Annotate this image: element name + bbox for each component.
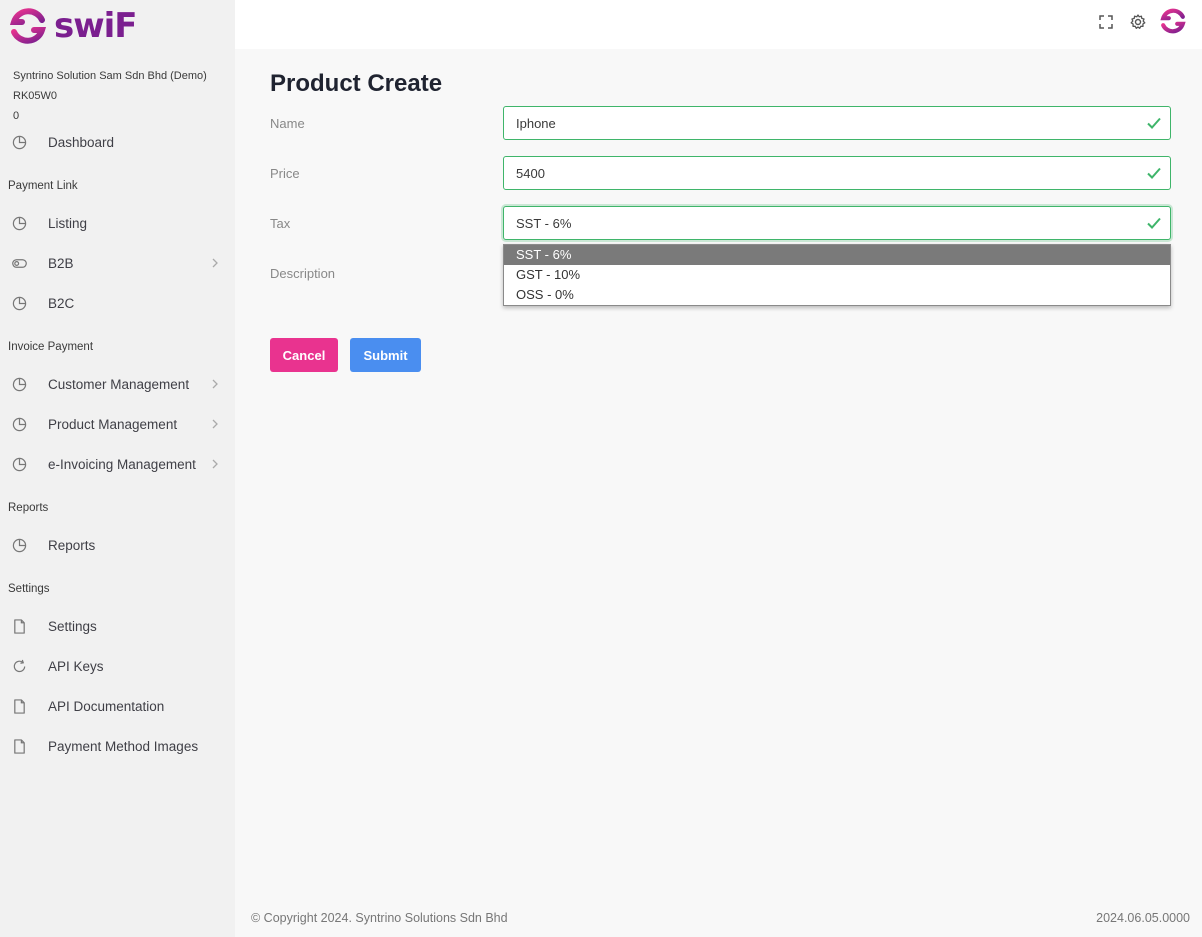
brand-logo[interactable]: swiF: [8, 5, 138, 47]
file-icon: [14, 739, 25, 754]
brand-logo-text: swiF: [54, 6, 138, 46]
company-code: RK05W0: [13, 90, 58, 102]
tax-option[interactable]: SST - 6%: [504, 245, 1170, 265]
pie-chart-icon: [12, 296, 27, 311]
section-payment-link: Payment Link: [8, 180, 78, 192]
sidebar-item-label: API Documentation: [48, 698, 165, 714]
sidebar-item-label: e-Invoicing Management: [48, 456, 196, 472]
tax-label: Tax: [270, 216, 291, 231]
section-invoice-payment: Invoice Payment: [8, 341, 94, 353]
price-input-value: 5400: [516, 165, 545, 181]
sidebar-item-dashboard[interactable]: Dashboard: [0, 122, 235, 162]
sidebar-item-b2c[interactable]: B2C: [0, 283, 235, 323]
pie-chart-icon: [12, 457, 27, 472]
sidebar-item-settings[interactable]: Settings: [0, 606, 235, 646]
sidebar-item-product-management[interactable]: Product Management: [0, 404, 235, 444]
pie-chart-icon: [12, 417, 27, 432]
fullscreen-icon[interactable]: [1096, 12, 1116, 32]
price-label: Price: [270, 166, 300, 181]
chevron-right-icon: [212, 459, 218, 469]
company-info: Syntrino Solution Sam Sdn Bhd (Demo) RK0…: [13, 66, 207, 126]
footer-version: 2024.06.05.0000: [1096, 911, 1190, 925]
sidebar-item-api-documentation[interactable]: API Documentation: [0, 686, 235, 726]
tax-option[interactable]: GST - 10%: [504, 265, 1170, 285]
user-avatar-icon[interactable]: [1159, 7, 1187, 35]
sidebar-item-label: Dashboard: [48, 134, 115, 150]
refresh-icon: [13, 659, 26, 673]
tax-dropdown-list: SST - 6% GST - 10% OSS - 0%: [503, 244, 1171, 306]
sidebar-item-listing[interactable]: Listing: [0, 203, 235, 243]
file-icon: [14, 699, 25, 714]
top-bar: [235, 0, 1202, 49]
tax-option[interactable]: OSS - 0%: [504, 285, 1170, 305]
sidebar-item-label: B2C: [48, 295, 75, 311]
price-input[interactable]: 5400: [503, 156, 1171, 190]
pie-chart-icon: [12, 216, 27, 231]
submit-button[interactable]: Submit: [350, 338, 421, 372]
name-label: Name: [270, 116, 305, 131]
cancel-button[interactable]: Cancel: [270, 338, 338, 372]
chevron-right-icon: [212, 379, 218, 389]
check-icon: [1147, 117, 1161, 129]
sidebar-item-payment-method-images[interactable]: Payment Method Images: [0, 726, 235, 766]
section-reports: Reports: [8, 502, 49, 514]
sidebar-item-reports[interactable]: Reports: [0, 525, 235, 565]
pie-chart-icon: [12, 135, 27, 150]
sidebar-item-label: Customer Management: [48, 376, 190, 392]
sidebar-item-label: B2B: [48, 255, 74, 271]
section-settings: Settings: [8, 583, 50, 595]
chevron-right-icon: [212, 419, 218, 429]
toggle-icon: [12, 259, 27, 268]
swif-logo-icon: [9, 8, 47, 44]
sidebar-item-label: Settings: [48, 618, 97, 634]
gear-icon[interactable]: [1128, 12, 1148, 32]
sidebar: swiF Syntrino Solution Sam Sdn Bhd (Demo…: [0, 0, 235, 937]
description-label: Description: [270, 266, 336, 281]
name-input-value: Iphone: [516, 115, 556, 131]
sidebar-item-e-invoicing-management[interactable]: e-Invoicing Management: [0, 444, 235, 484]
sidebar-item-customer-management[interactable]: Customer Management: [0, 364, 235, 404]
pie-chart-icon: [12, 377, 27, 392]
page-title: Product Create: [270, 70, 443, 97]
sidebar-item-label: Payment Method Images: [48, 738, 199, 754]
sidebar-item-api-keys[interactable]: API Keys: [0, 646, 235, 686]
pie-chart-icon: [12, 538, 27, 553]
footer-copyright: © Copyright 2024. Syntrino Solutions Sdn…: [251, 911, 508, 925]
sidebar-item-label: Reports: [48, 537, 96, 553]
sidebar-item-label: Product Management: [48, 416, 178, 432]
sidebar-item-label: API Keys: [48, 658, 104, 674]
sidebar-item-label: Listing: [48, 215, 88, 231]
sidebar-item-b2b[interactable]: B2B: [0, 243, 235, 283]
file-icon: [14, 619, 25, 634]
check-icon: [1147, 167, 1161, 179]
check-icon: [1147, 217, 1161, 229]
name-input[interactable]: Iphone: [503, 106, 1171, 140]
tax-select-value: SST - 6%: [516, 215, 572, 231]
chevron-right-icon: [212, 258, 218, 268]
company-name: Syntrino Solution Sam Sdn Bhd (Demo): [13, 70, 207, 82]
tax-select[interactable]: SST - 6%: [503, 206, 1171, 240]
